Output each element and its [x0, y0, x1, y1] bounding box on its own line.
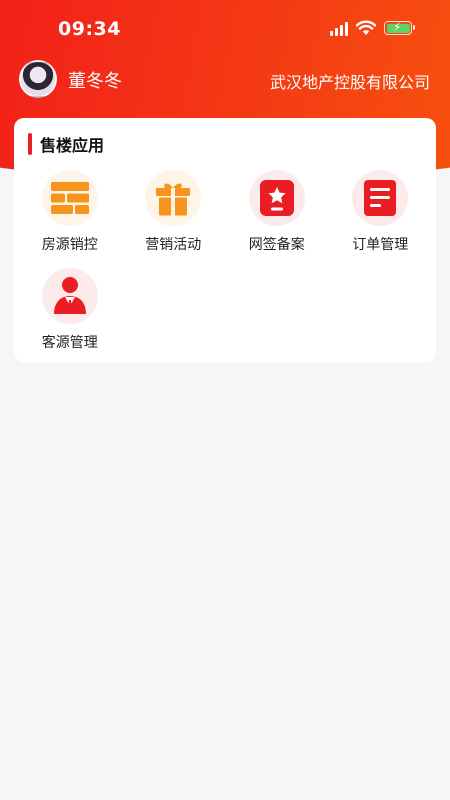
app-item-customer-management[interactable]: 客源管理 [18, 268, 122, 352]
section-title-text: 售楼应用 [40, 136, 105, 155]
status-icons: ⚡ [330, 20, 415, 36]
star-badge-icon [248, 170, 305, 226]
wifi-icon [356, 20, 376, 35]
app-item-marketing-activities[interactable]: 营销活动 [122, 170, 226, 254]
app-label: 网签备案 [248, 237, 305, 253]
brick-wall-icon [41, 170, 98, 226]
app-label: 营销活动 [145, 237, 202, 253]
app-label: 订单管理 [352, 237, 409, 253]
section-title: 售楼应用 [28, 132, 104, 156]
document-icon [352, 170, 409, 226]
app-item-housing-sales-control[interactable]: 房源销控 [18, 170, 122, 254]
user-name: 董冬冬 [68, 71, 122, 92]
battery-charging-icon: ⚡ [384, 20, 415, 35]
screen: 09:34 ⚡ 董冬冬 武汉地产控股有限公司 售楼应用 房源销控 营销活动 网签… [0, 0, 450, 800]
avatar[interactable] [19, 60, 57, 98]
app-item-online-contract-filing[interactable]: 网签备案 [225, 170, 329, 254]
status-bar: 09:34 ⚡ [0, 0, 450, 60]
app-label: 客源管理 [41, 335, 98, 351]
app-label: 房源销控 [41, 237, 98, 253]
profile-row: 董冬冬 武汉地产控股有限公司 [0, 58, 450, 102]
sales-apps-card: 售楼应用 房源销控 营销活动 网签备案 订单管理 客源管理 [14, 118, 436, 362]
gift-icon [145, 170, 202, 226]
section-title-accent-bar [28, 133, 32, 155]
customer-person-icon [41, 268, 98, 324]
company-name[interactable]: 武汉地产控股有限公司 [270, 69, 430, 93]
cellular-signal-icon [330, 20, 348, 36]
apps-grid: 房源销控 营销活动 网签备案 订单管理 客源管理 [14, 170, 436, 352]
status-time: 09:34 [58, 18, 121, 40]
app-item-order-management[interactable]: 订单管理 [329, 170, 433, 254]
